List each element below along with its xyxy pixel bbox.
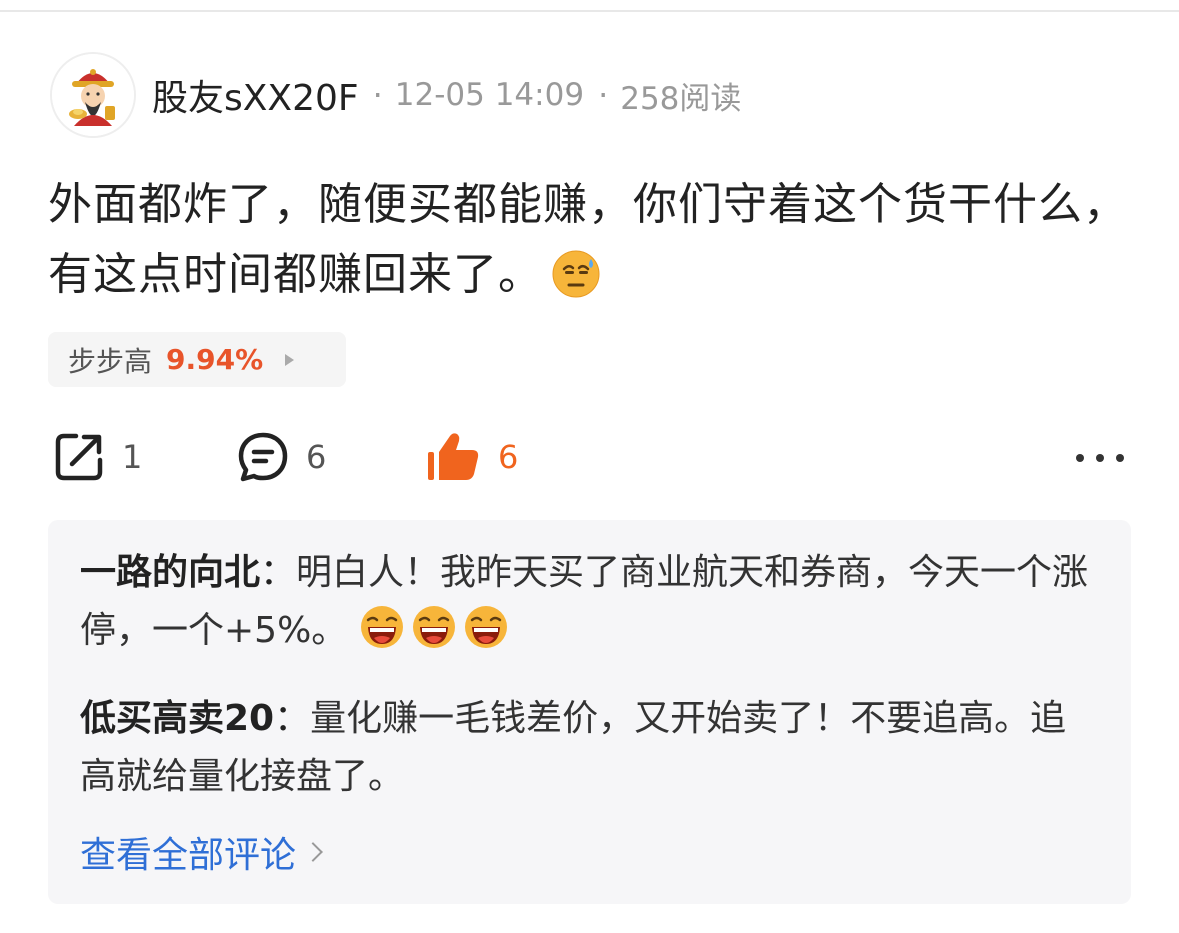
more-options-icon[interactable]	[1076, 450, 1124, 466]
chevron-right-icon	[303, 842, 323, 862]
post-content[interactable]: 外面都炸了，随便买都能赚，你们守着这个货干什么，有这点时间都赚回来了。	[48, 170, 1138, 320]
view-all-comments-label: 查看全部评论	[80, 835, 297, 876]
more-dot	[1116, 454, 1124, 462]
stock-name: 步步高	[68, 344, 153, 378]
more-dot	[1076, 454, 1084, 462]
meta-separator: ·	[598, 76, 609, 114]
view-all-comments-link[interactable]: 查看全部评论	[80, 826, 323, 878]
comment-item[interactable]: 一路的向北：明白人！我昨天买了商业航天和券商，今天一个涨停，一个+5%。	[80, 544, 1100, 668]
comment-author[interactable]: 一路的向北	[80, 552, 260, 593]
comment-author[interactable]: 低买高卖20	[80, 698, 274, 739]
laughing-emoji-icon	[359, 604, 405, 668]
comment-button[interactable]: 6	[236, 430, 326, 484]
read-count: 258阅读	[620, 80, 742, 117]
like-button[interactable]: 6	[426, 430, 518, 484]
comment-count: 6	[306, 438, 327, 476]
thumbs-up-icon	[428, 433, 479, 480]
comment-icon	[238, 432, 288, 482]
play-arrow-icon	[285, 353, 295, 366]
comment-item[interactable]: 低买高卖20：量化赚一毛钱差价，又开始卖了！不要追高。追高就给量化接盘了。	[80, 690, 1100, 806]
fortune-god-avatar-icon	[52, 54, 134, 136]
laughing-emoji-icon	[463, 604, 509, 668]
more-dot	[1096, 454, 1104, 462]
sweat-smile-emoji-icon	[551, 249, 601, 320]
comment-separator: ：	[274, 698, 311, 739]
share-icon	[55, 433, 103, 481]
author-name[interactable]: 股友sXX20F	[152, 69, 359, 121]
share-count: 1	[122, 438, 143, 476]
avatar[interactable]	[50, 52, 136, 138]
meta-separator: ·	[372, 76, 383, 114]
share-button[interactable]: 1	[52, 430, 142, 484]
top-divider	[0, 10, 1179, 12]
post-time: 12-05 14:09	[394, 77, 585, 113]
stock-tag[interactable]: 步步高 9.94%	[48, 332, 346, 387]
like-count: 6	[498, 438, 519, 476]
comment-preview-panel: 一路的向北：明白人！我昨天买了商业航天和券商，今天一个涨停，一个+5%。 低买高…	[48, 520, 1131, 904]
comment-separator: ：	[260, 552, 297, 593]
laughing-emoji-icon	[411, 604, 457, 668]
post-meta: 股友sXX20F · 12-05 14:09 · 258阅读	[152, 70, 741, 120]
stock-change: 9.94%	[166, 343, 264, 376]
